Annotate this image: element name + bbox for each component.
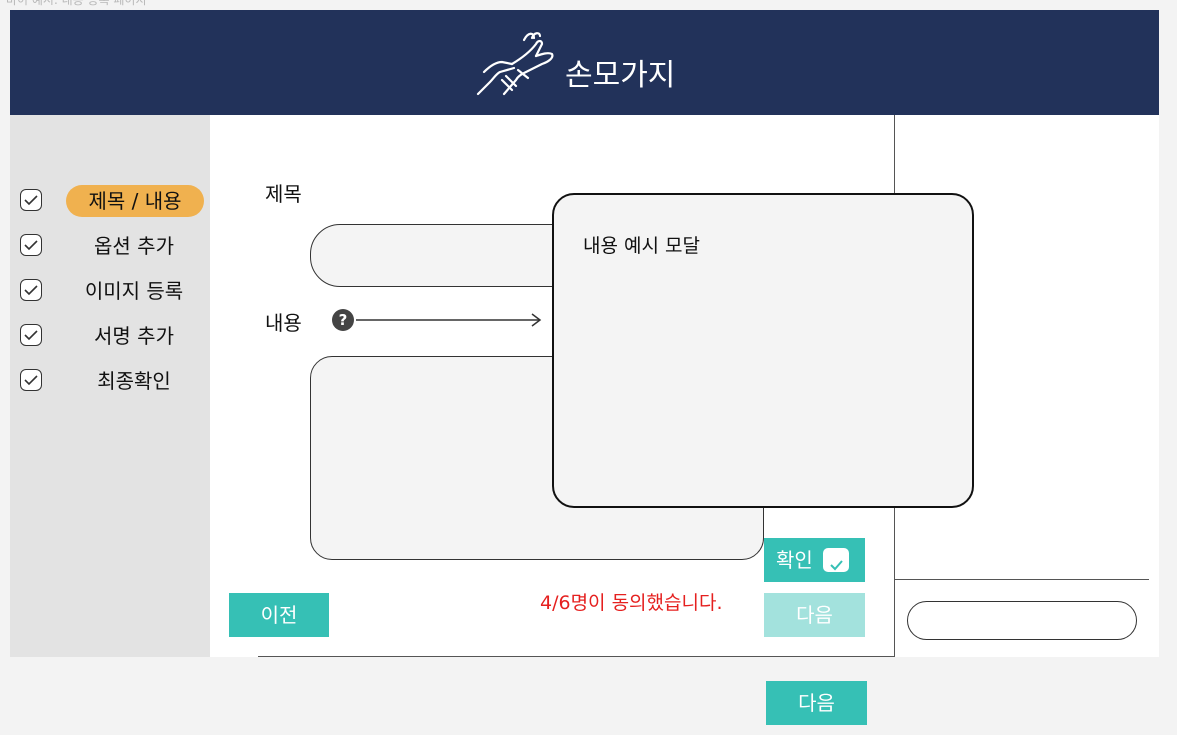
confirm-button[interactable]: 확인 xyxy=(764,538,865,582)
step-label: 서명 추가 xyxy=(94,324,174,348)
prev-button[interactable]: 이전 xyxy=(229,593,329,637)
arrow-icon xyxy=(356,313,542,327)
check-icon xyxy=(823,548,849,572)
step-label: 이미지 등록 xyxy=(84,279,184,303)
check-icon xyxy=(20,279,42,301)
hands-holding-icon xyxy=(476,32,554,96)
next-button[interactable]: 다음 xyxy=(766,681,867,725)
check-icon xyxy=(20,324,42,346)
check-icon xyxy=(20,369,42,391)
divider xyxy=(258,656,894,657)
sidebar-step-images[interactable]: 이미지 등록 xyxy=(20,275,206,307)
step-label: 옵션 추가 xyxy=(94,234,174,258)
content-label: 내용 xyxy=(265,311,302,335)
next-button-disabled[interactable]: 다음 xyxy=(764,593,865,637)
modal-title: 내용 예시 모달 xyxy=(583,235,700,257)
sidebar-step-signature[interactable]: 서명 추가 xyxy=(20,320,206,352)
sidebar-step-title-content[interactable]: 제목 / 내용 xyxy=(20,185,206,217)
help-icon[interactable]: ? xyxy=(332,309,354,331)
sidebar-step-final[interactable]: 최종확인 xyxy=(20,365,206,397)
check-icon xyxy=(20,234,42,256)
step-label: 최종확인 xyxy=(97,369,171,393)
confirm-label: 확인 xyxy=(776,548,813,572)
divider xyxy=(895,579,1149,580)
side-input[interactable] xyxy=(907,601,1137,640)
sidebar-step-options[interactable]: 옵션 추가 xyxy=(20,230,206,262)
app-header: 손모가지 xyxy=(10,10,1159,115)
step-label: 제목 / 내용 xyxy=(66,185,204,217)
title-label: 제목 xyxy=(265,182,302,206)
content-example-modal: 내용 예시 모달 xyxy=(552,193,974,508)
page-caption: 바이 예시. 내용 등록 페이지 xyxy=(6,0,147,7)
consent-status: 4/6명이 동의했습니다. xyxy=(540,592,723,614)
check-icon xyxy=(20,189,42,211)
brand-name: 손모가지 xyxy=(565,58,676,93)
